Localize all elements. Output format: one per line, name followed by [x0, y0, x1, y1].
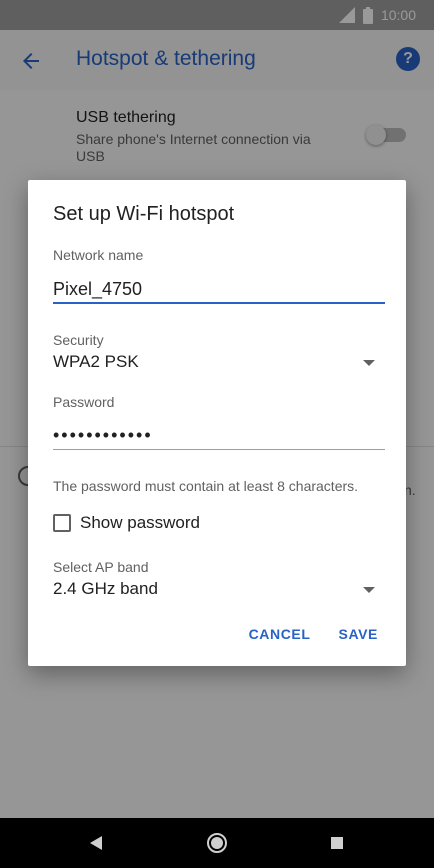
navigation-bar: [0, 818, 434, 868]
security-select[interactable]: WPA2 PSK: [53, 350, 385, 376]
cancel-button[interactable]: CANCEL: [249, 626, 311, 642]
wifi-hotspot-dialog: Set up Wi-Fi hotspot Network name Securi…: [28, 180, 406, 666]
dropdown-arrow-icon: [363, 360, 375, 366]
nav-back-icon[interactable]: [90, 836, 102, 850]
nav-recents-icon[interactable]: [331, 837, 343, 849]
show-password-label: Show password: [80, 513, 201, 532]
ap-band-select[interactable]: 2.4 GHz band: [53, 577, 385, 603]
security-value: WPA2 PSK: [53, 352, 139, 371]
save-button[interactable]: SAVE: [339, 626, 379, 642]
dropdown-arrow-icon: [363, 587, 375, 593]
show-password-row[interactable]: Show password: [53, 512, 200, 534]
password-helper-text: The password must contain at least 8 cha…: [53, 478, 359, 494]
password-label: Password: [53, 394, 115, 410]
security-label: Security: [53, 332, 104, 348]
ap-band-value: 2.4 GHz band: [53, 579, 158, 598]
ap-band-label: Select AP band: [53, 559, 149, 575]
nav-home-icon[interactable]: [207, 833, 227, 853]
dialog-title: Set up Wi-Fi hotspot: [53, 203, 235, 225]
network-name-input[interactable]: [53, 276, 385, 304]
password-input[interactable]: [53, 422, 385, 450]
nav-home-dot: [211, 837, 223, 849]
network-name-label: Network name: [53, 247, 144, 263]
dialog-actions: CANCEL SAVE: [249, 626, 378, 642]
show-password-checkbox[interactable]: [53, 514, 71, 532]
